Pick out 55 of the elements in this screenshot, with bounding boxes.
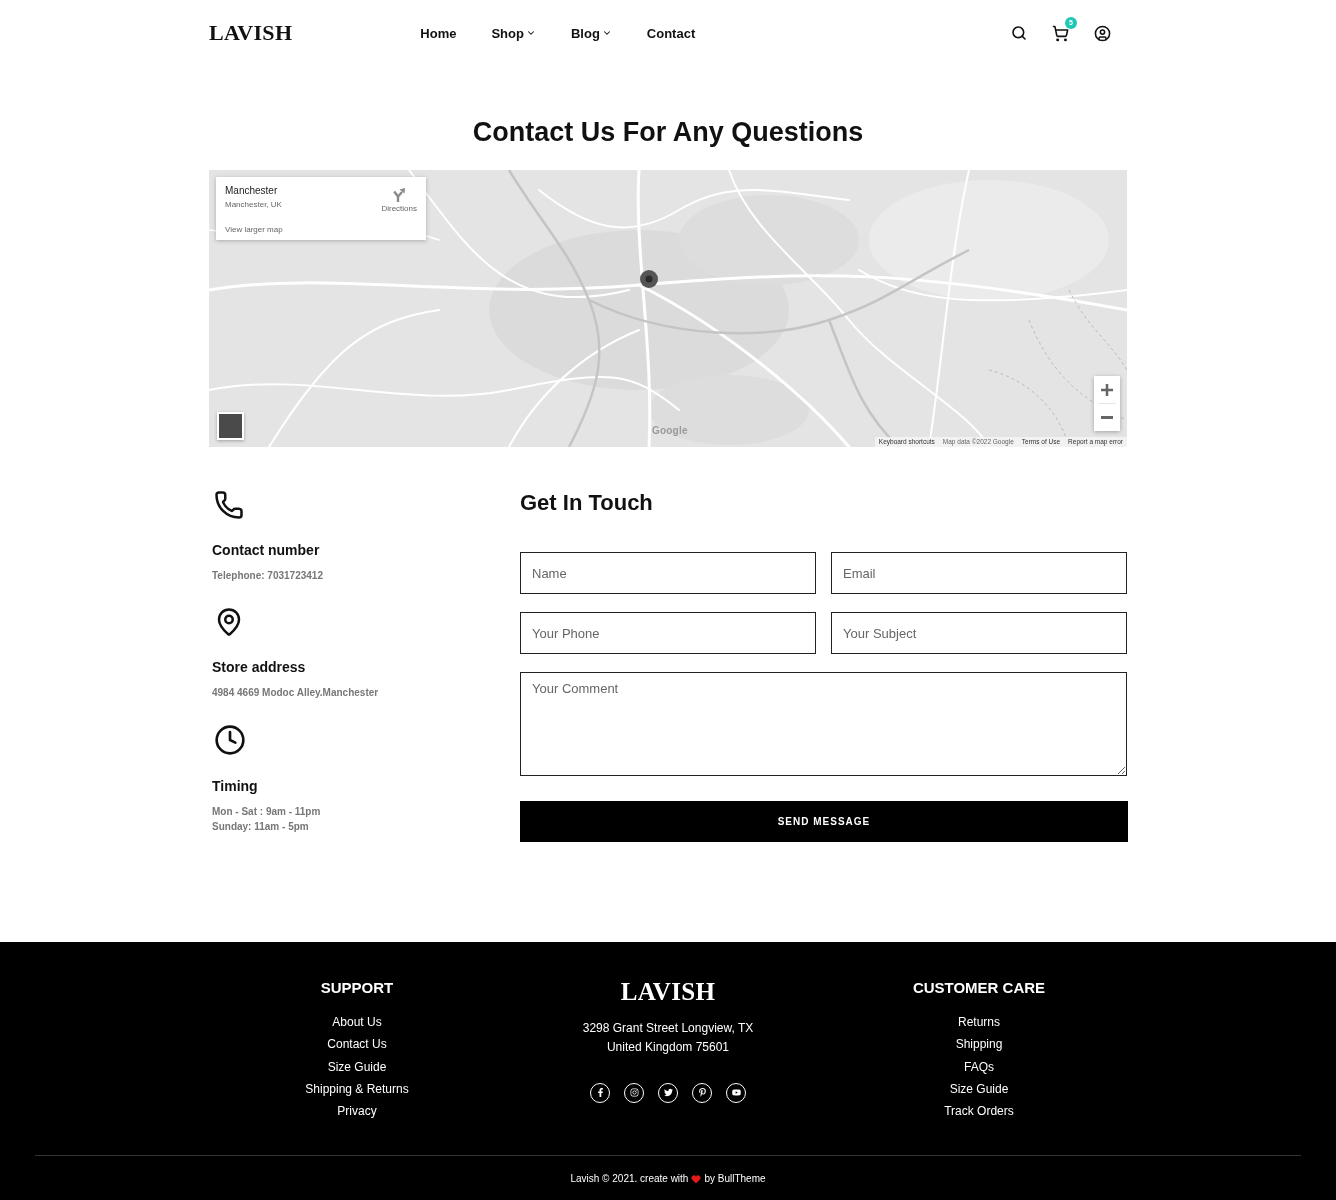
input-field[interactable]: Email xyxy=(831,552,1127,594)
footer-address: 3298 Grant Street Longview, TX xyxy=(582,1019,754,1037)
directions-link[interactable]: Directions xyxy=(381,204,417,214)
footer-heading: SUPPORT xyxy=(320,978,394,998)
google-logo: Google xyxy=(652,425,688,436)
info-text: Mon - Sat : 9am - 11pm xyxy=(212,805,321,819)
nav-link[interactable]: Contact xyxy=(646,25,696,41)
footer-link[interactable]: Shipping xyxy=(955,1033,1003,1056)
footer-link[interactable]: Size Guide xyxy=(327,1055,387,1078)
place-address: Manchester, UK xyxy=(225,199,283,211)
footer-link[interactable]: Track Orders xyxy=(944,1100,1014,1123)
info-text: Telephone: 7031723412 xyxy=(212,569,323,583)
footer-link[interactable]: Contact Us xyxy=(327,1033,387,1056)
plus-icon xyxy=(1101,383,1113,396)
place-title: Manchester xyxy=(225,184,279,198)
info-text: Sunday: 11am - 5pm xyxy=(212,820,309,834)
cart-icon[interactable] xyxy=(1052,24,1069,42)
map-marker-icon[interactable] xyxy=(640,270,658,288)
info-text: 4984 4669 Modoc Alley.Manchester xyxy=(212,686,379,700)
input-field[interactable]: Your Phone xyxy=(520,612,816,654)
info-heading: Timing xyxy=(212,777,258,796)
footer-link[interactable]: Size Guide xyxy=(949,1077,1009,1100)
view-larger-map-link[interactable]: View larger map xyxy=(225,225,283,235)
footer-logo[interactable]: LAVISH xyxy=(620,978,716,1006)
nav-link[interactable]: Shop xyxy=(491,25,536,41)
phone-icon xyxy=(214,490,244,520)
nav-link[interactable]: Blog xyxy=(570,25,612,41)
footer-link[interactable]: FAQs xyxy=(964,1055,994,1078)
footer-address: United Kingdom 75601 xyxy=(606,1038,730,1056)
brand-logo[interactable]: LAVISH xyxy=(209,20,293,46)
comment-field[interactable]: Your Comment xyxy=(520,672,1127,776)
footer-link[interactable]: About Us xyxy=(332,1011,382,1034)
fork-arrow-icon[interactable] xyxy=(393,188,406,202)
info-heading: Store address xyxy=(212,658,306,677)
copyright-text: Lavish © 2021. create with xyxy=(570,1172,689,1187)
input-field[interactable]: Your Subject xyxy=(831,612,1127,654)
minus-icon xyxy=(1101,416,1113,419)
map-layer-thumbnail[interactable] xyxy=(217,412,244,440)
footer-link[interactable]: Returns xyxy=(958,1011,1000,1034)
user-icon[interactable] xyxy=(1094,24,1111,42)
zoom-in-button[interactable] xyxy=(1094,376,1120,403)
info-heading: Contact number xyxy=(212,541,320,560)
nav-link[interactable]: Home xyxy=(420,25,457,41)
send-message-button[interactable]: SEND MESSAGE xyxy=(520,801,1128,842)
zoom-out-button[interactable] xyxy=(1094,404,1120,431)
clock-icon xyxy=(214,724,246,756)
input-field[interactable]: Name xyxy=(520,552,816,594)
page-title: Contact Us For Any Questions xyxy=(471,116,865,149)
search-icon[interactable] xyxy=(1011,25,1027,41)
footer-link[interactable]: Privacy xyxy=(337,1100,377,1123)
heart-icon xyxy=(691,1174,702,1185)
form-title: Get In Touch xyxy=(520,490,653,516)
footer-link[interactable]: Shipping & Returns xyxy=(305,1077,409,1100)
credit-text: by BullTheme xyxy=(704,1172,766,1187)
footer-heading: CUSTOMER CARE xyxy=(912,978,1046,998)
